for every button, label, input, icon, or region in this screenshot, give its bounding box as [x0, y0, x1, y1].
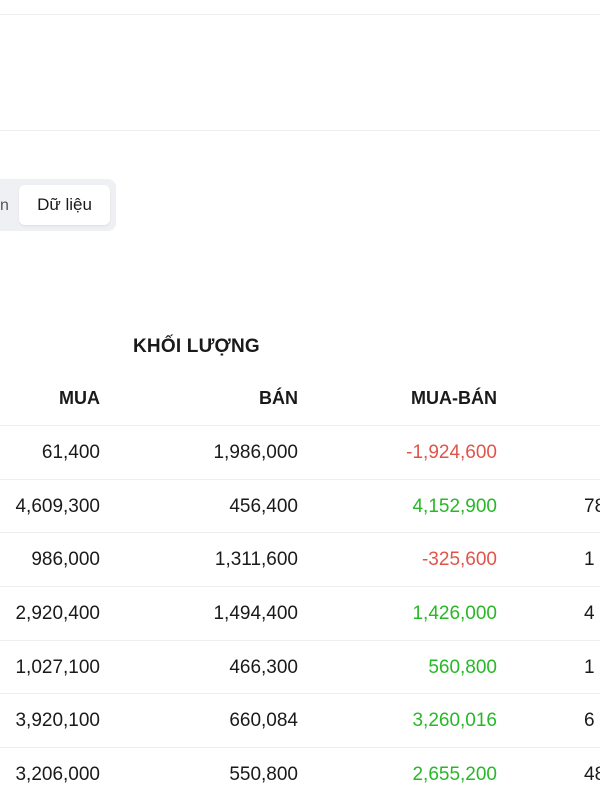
- cell-sell: 466,300: [229, 656, 298, 678]
- table-row: 3,920,100 660,084 3,260,016 6: [0, 693, 600, 747]
- cell-sell: 660,084: [229, 710, 298, 732]
- cell-buy: 3,206,000: [15, 764, 100, 786]
- cell-extra: 6: [584, 710, 595, 732]
- cell-net: 4,152,900: [412, 495, 497, 517]
- page: n Dữ liệu KHỐI LƯỢNG MUA BÁN MUA-BÁN 61,…: [0, 0, 600, 800]
- table-row: 1,027,100 466,300 560,800 1: [0, 639, 600, 694]
- cell-net: 560,800: [428, 656, 497, 678]
- table-row: 3,206,000 550,800 2,655,200 48: [0, 747, 600, 800]
- cell-extra: 1: [584, 656, 595, 678]
- cell-buy: 1,027,100: [15, 656, 100, 678]
- cell-net: -1,924,600: [406, 442, 497, 463]
- cell-extra: 78: [584, 495, 600, 517]
- cell-extra: 48: [584, 764, 600, 786]
- column-header-buy: MUA: [59, 388, 100, 408]
- table-row: 61,400 1,986,000 -1,924,600: [0, 425, 600, 479]
- cell-extra: 1: [584, 549, 595, 571]
- cell-net: 3,260,016: [412, 710, 497, 732]
- cell-buy: 61,400: [41, 442, 100, 463]
- tab-data[interactable]: Dữ liệu: [19, 185, 110, 225]
- cell-sell: 1,986,000: [213, 442, 298, 463]
- cell-buy: 986,000: [31, 549, 100, 571]
- cell-net: -325,600: [421, 549, 497, 571]
- table-body: 61,400 1,986,000 -1,924,600 4,609,300 45…: [0, 425, 600, 800]
- cell-buy: 3,920,100: [15, 710, 100, 732]
- tab-chart-partial[interactable]: n: [0, 196, 9, 216]
- cell-sell: 456,400: [229, 495, 298, 517]
- divider-top: [0, 14, 600, 15]
- cell-net: 2,655,200: [412, 764, 497, 786]
- volume-group-header: KHỐI LƯỢNG: [133, 336, 260, 357]
- column-header-net: MUA-BÁN: [411, 388, 497, 408]
- cell-extra: 4: [584, 603, 595, 625]
- table-row: 4,609,300 456,400 4,152,900 78: [0, 478, 600, 533]
- cell-sell: 1,494,400: [213, 603, 298, 625]
- cell-buy: 4,609,300: [15, 495, 100, 517]
- cell-sell: 550,800: [229, 764, 298, 786]
- cell-sell: 1,311,600: [214, 549, 298, 571]
- table-row: 2,920,400 1,494,400 1,426,000 4: [0, 586, 600, 640]
- column-header-sell: BÁN: [259, 388, 298, 408]
- cell-buy: 2,920,400: [15, 603, 100, 625]
- cell-net: 1,426,000: [412, 603, 497, 625]
- table-row: 986,000 1,311,600 -325,600 1: [0, 532, 600, 586]
- divider-mid: [0, 130, 600, 131]
